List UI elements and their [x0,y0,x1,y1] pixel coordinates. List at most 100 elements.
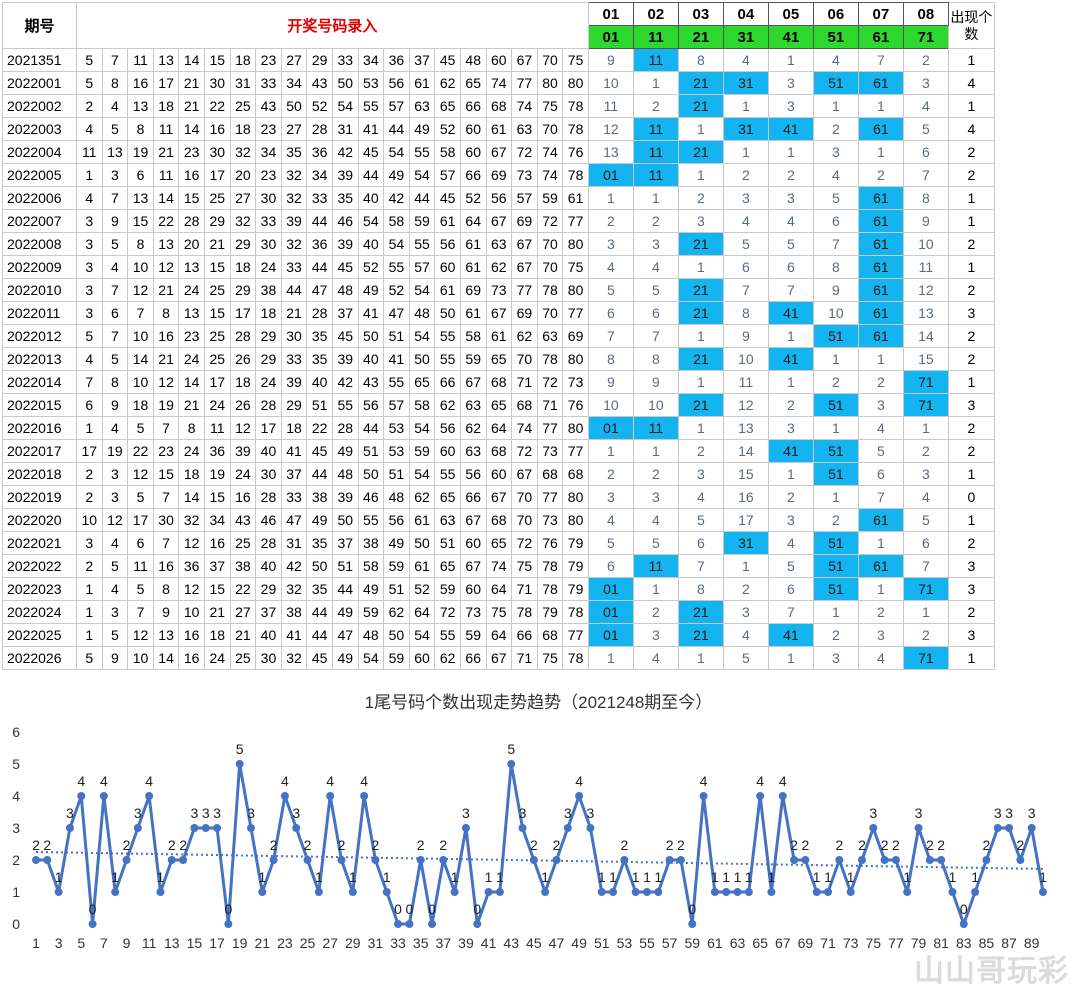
count-cell: 2 [947,439,995,463]
tail-cell: 1 [632,577,679,601]
number-cell: 37 [331,301,359,325]
tail-number-header: 08 [902,2,949,26]
number-cell: 30 [280,324,308,348]
table-row: 2022025 1 5 12 13 16 18 21 40 41 44 47 48 50 54 55 59 64 6… [2,623,995,647]
number-cell: 14 [127,347,154,371]
tail-cell: 1 [677,255,724,279]
number-cell: 80 [536,71,564,95]
tail-cell: 4 [902,94,949,118]
data-point [292,824,301,832]
table-row: 2021351 5 7 11 13 14 15 18 23 27 29 33 34 36 37 45 48 60 6… [2,48,995,72]
tail-cell: 2 [857,163,904,187]
number-cell: 5 [127,416,154,440]
number-cell: 73 [485,278,513,302]
tail-cell: 3 [767,416,814,440]
data-point [642,888,651,896]
number-cell: 12 [178,531,205,555]
number-cell: 52 [357,255,385,279]
watermark: 山山哥玩彩 [914,955,1069,988]
tail-cell: 10 [632,393,679,417]
x-tick-label: 63 [730,935,746,951]
x-tick-label: 49 [571,935,587,951]
number-cell: 52 [383,278,410,302]
number-cell: 10 [127,324,154,348]
tail-cell: 1 [857,577,904,601]
tail-cell: 9 [632,370,679,394]
number-cell: 39 [229,439,257,463]
number-cell: 70 [511,347,538,371]
tail-cell: 1 [767,140,814,164]
number-cell: 16 [203,531,231,555]
number-cell: 69 [485,163,513,187]
number-cell: 3 [76,232,103,256]
x-tick-label: 3 [55,935,63,951]
number-cell: 6 [127,163,154,187]
tail-cell: 1 [767,324,814,348]
x-tick-label: 51 [594,935,610,951]
data-label: 3 [994,805,1002,821]
number-cell: 66 [459,163,487,187]
tail-cell: 3 [767,508,814,532]
number-cell: 13 [152,232,180,256]
number-cell: 2 [76,94,103,118]
number-cell: 73 [562,370,589,394]
number-cell: 44 [357,163,385,187]
data-label: 2 [338,837,346,853]
tail-cell: 1 [632,439,679,463]
data-point [541,888,550,896]
y-tick-label: 0 [12,916,20,932]
number-cell: 18 [127,393,154,417]
number-cell: 33 [306,186,333,210]
data-label: 4 [700,773,708,789]
data-label: 1 [541,869,549,885]
data-point [835,856,844,864]
tail-hit-cell: 21 [677,71,724,95]
x-tick-label: 69 [798,935,814,951]
number-cell: 2 [76,485,103,509]
data-label: 4 [281,773,289,789]
number-cell: 49 [331,600,359,624]
number-cell: 9 [101,209,129,233]
number-cell: 29 [229,278,257,302]
data-point [450,888,459,896]
number-cell: 43 [306,71,333,95]
number-cell: 61 [408,554,436,578]
tail-hit-cell: 21 [677,393,724,417]
number-cell: 7 [76,370,103,394]
tail-hit-cell: 41 [767,117,814,141]
tail-cell: 3 [812,140,859,164]
count-cell: 1 [947,508,995,532]
number-cell: 21 [178,393,205,417]
tail-cell: 10 [587,71,634,95]
data-label: 2 [620,837,628,853]
number-cell: 36 [203,439,231,463]
x-tick-label: 15 [187,935,203,951]
number-cell: 18 [229,48,257,72]
tail-hit-cell: 71 [902,370,949,394]
number-cell: 28 [255,485,282,509]
number-cell: 37 [408,48,436,72]
number-cell: 30 [203,71,231,95]
x-tick-label: 37 [436,935,452,951]
data-point [269,856,278,864]
number-cell: 21 [152,140,180,164]
tail-cell: 12 [902,278,949,302]
number-cell: 60 [459,140,487,164]
number-cell: 5 [101,232,129,256]
number-cell: 13 [101,140,129,164]
data-point [552,856,561,864]
count-header: 出现个数 [947,2,995,49]
trend-chart: 1尾号码个数出现走势趋势（2021248期至今） 0 1 2 3 4 5 6 1 3 5 7 9 11 1… [0,680,1077,992]
tail-hit-cell: 61 [857,324,904,348]
data-point [428,920,437,928]
number-cell: 9 [101,393,129,417]
number-cell: 7 [101,324,129,348]
number-cell: 8 [152,577,180,601]
tail-cell: 7 [812,232,859,256]
data-point [744,888,753,896]
number-cell: 53 [383,416,410,440]
number-cell: 23 [255,48,282,72]
data-label: 4 [77,773,85,789]
number-cell: 57 [408,255,436,279]
tail-cell: 13 [902,301,949,325]
